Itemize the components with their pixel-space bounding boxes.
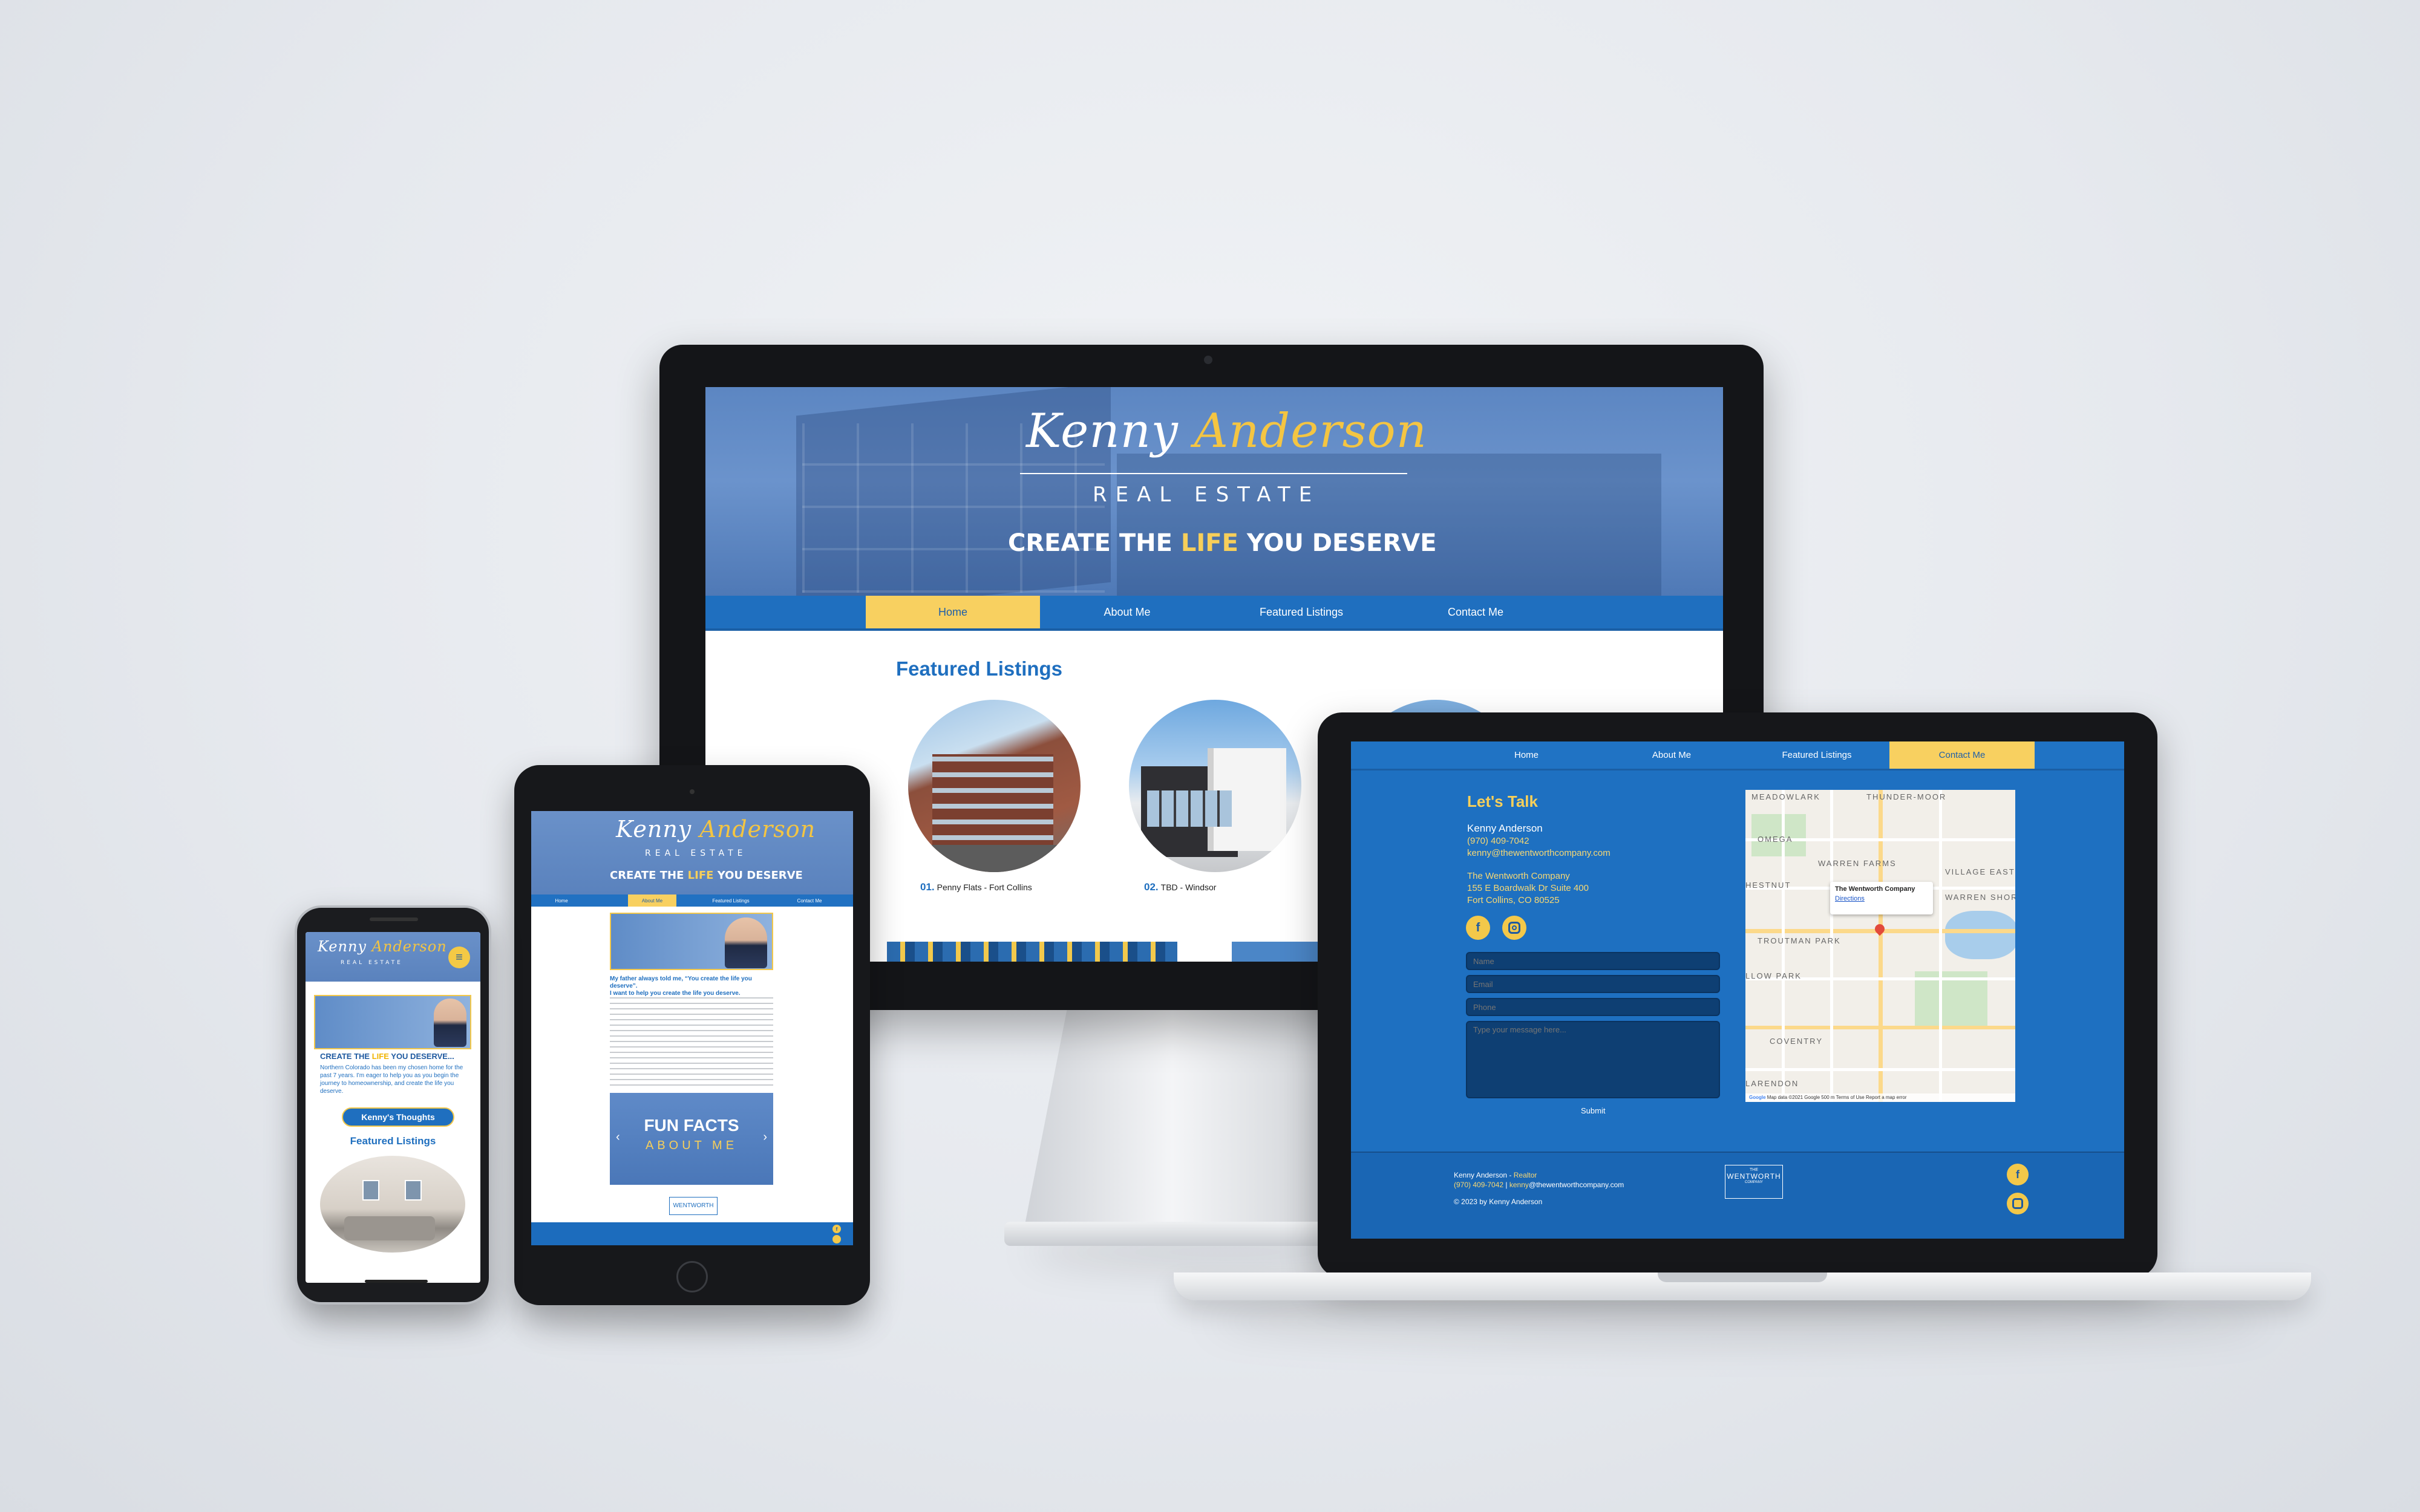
phone-section-title: Featured Listings — [350, 1135, 436, 1147]
listing-banner-strip — [887, 942, 1177, 962]
nav-contact-me[interactable]: Contact Me — [1889, 741, 2035, 769]
phone-listing-photo[interactable] — [320, 1156, 465, 1253]
nav-home[interactable]: Home — [866, 596, 1040, 628]
directions-link[interactable]: Directions — [1835, 895, 1928, 902]
laptop-website-contact: Home About Me Featured Listings Contact … — [1351, 741, 2124, 1239]
slider-next-icon[interactable]: › — [763, 1130, 767, 1144]
nav-home[interactable]: Home — [531, 894, 592, 907]
about-paragraphs — [610, 997, 773, 1088]
tablet: Kenny Anderson REAL ESTATE CREATE THE LI… — [514, 765, 870, 1305]
nav-featured-listings[interactable]: Featured Listings — [695, 894, 767, 907]
smartphone: Kenny Anderson REAL ESTATE ≡ CREATE THE … — [295, 905, 491, 1305]
nav-about-me[interactable]: About Me — [1040, 596, 1214, 628]
map-info-window: The Wentworth Company Directions — [1830, 882, 1933, 914]
phone-website-home: Kenny Anderson REAL ESTATE ≡ CREATE THE … — [306, 932, 480, 1283]
hamburger-menu-icon[interactable]: ≡ — [448, 947, 470, 968]
contact-phone[interactable]: (970) 409-7042 — [1467, 836, 1529, 846]
tablet-home-button[interactable] — [676, 1261, 708, 1292]
email-field[interactable] — [1466, 975, 1720, 993]
phone-field[interactable] — [1466, 998, 1720, 1016]
name-field[interactable] — [1466, 952, 1720, 970]
footer-name: Kenny Anderson - Realtor — [1454, 1171, 1537, 1179]
kennys-thoughts-button[interactable]: Kenny's Thoughts — [342, 1107, 454, 1127]
tablet-wentworth-logo[interactable]: WENTWORTH — [669, 1197, 718, 1215]
main-nav: Home About Me Featured Listings Contact … — [705, 596, 1723, 631]
tablet-facebook-icon[interactable]: f — [832, 1225, 841, 1233]
footer-copyright: © 2023 by Kenny Anderson — [1454, 1198, 1543, 1206]
phone-about-image — [314, 995, 471, 1049]
google-logo: Google — [1749, 1095, 1766, 1100]
logo-underline — [1020, 473, 1407, 474]
facebook-icon[interactable]: f — [1466, 916, 1490, 940]
submit-button[interactable]: Submit — [1581, 1106, 1605, 1115]
nav-about-me[interactable]: About Me — [1599, 741, 1744, 769]
instagram-icon[interactable] — [1502, 916, 1526, 940]
tablet-nav: Home About Me Featured Listings Contact … — [531, 894, 853, 907]
logo-subtitle: REAL ESTATE — [1093, 483, 1321, 507]
slider-prev-icon[interactable]: ‹ — [616, 1130, 620, 1144]
laptop: Home About Me Featured Listings Contact … — [1318, 712, 2157, 1278]
hero-banner: Kenny Anderson REAL ESTATE CREATE THE LI… — [705, 387, 1723, 596]
nav-about-me[interactable]: About Me — [628, 894, 676, 907]
google-map[interactable]: MEADOWLARK THUNDER-MOOR OMEGA WARREN FAR… — [1745, 790, 2015, 1102]
wentworth-logo[interactable]: THE WENTWORTH COMPANY — [1725, 1165, 1783, 1199]
listing-caption-1[interactable]: 01. Penny Flats - Fort Collins — [920, 881, 1032, 893]
nav-home[interactable]: Home — [1454, 741, 1599, 769]
section-title: Featured Listings — [896, 657, 1063, 680]
phone-logo: Kenny Anderson — [318, 938, 447, 955]
tablet-footer: f — [531, 1222, 853, 1245]
listing-photo-windsor[interactable] — [1129, 700, 1301, 872]
tablet-website-about: Kenny Anderson REAL ESTATE CREATE THE LI… — [531, 811, 853, 1245]
laptop-shadow — [1210, 1300, 2269, 1343]
laptop-footer: Kenny Anderson - Realtor (970) 409-7042 … — [1351, 1152, 2124, 1239]
map-attribution: Google Map data ©2021 Google 500 m Terms… — [1745, 1093, 2015, 1102]
contact-company[interactable]: The Wentworth Company — [1467, 871, 1570, 881]
nav-featured-listings[interactable]: Featured Listings — [1744, 741, 1889, 769]
hero-tagline: CREATE THE LIFE YOU DESERVE — [1008, 529, 1437, 557]
contact-address-line1: 155 E Boardwalk Dr Suite 400 — [1467, 883, 1589, 893]
webcam — [1204, 356, 1212, 364]
home-indicator — [365, 1280, 428, 1283]
contact-email[interactable]: kenny@thewentworthcompany.com — [1467, 848, 1611, 858]
contact-heading: Let's Talk — [1467, 792, 1538, 810]
tablet-hero: Kenny Anderson REAL ESTATE CREATE THE LI… — [531, 811, 853, 894]
nav-featured-listings[interactable]: Featured Listings — [1214, 596, 1388, 628]
fun-facts-slider[interactable]: FUN FACTS ABOUT ME ‹ › — [610, 1093, 773, 1185]
nav-contact-me[interactable]: Contact Me — [773, 894, 846, 907]
footer-instagram-icon[interactable] — [2007, 1193, 2029, 1214]
contact-name: Kenny Anderson — [1467, 823, 1543, 834]
nav-contact-me[interactable]: Contact Me — [1388, 596, 1563, 628]
listing-photo-penny-flats[interactable] — [908, 700, 1081, 872]
tablet-logo: Kenny Anderson — [616, 816, 816, 842]
listing-caption-2[interactable]: 02. TBD - Windsor — [1144, 881, 1216, 893]
logo-script: Kenny Anderson — [1026, 404, 1427, 458]
footer-facebook-icon[interactable]: f — [2007, 1164, 2029, 1185]
laptop-nav: Home About Me Featured Listings Contact … — [1351, 741, 2124, 771]
about-quote: My father always told me, “You create th… — [610, 976, 752, 997]
message-field[interactable] — [1466, 1021, 1720, 1098]
phone-hero: Kenny Anderson REAL ESTATE ≡ — [306, 932, 480, 982]
phone-intro: Northern Colorado has been my chosen hom… — [320, 1064, 463, 1095]
about-banner-image — [610, 913, 773, 970]
map-pin-icon[interactable] — [1872, 922, 1887, 936]
footer-contact: (970) 409-7042 | kenny@thewentworthcompa… — [1454, 1181, 1624, 1189]
lake — [1945, 911, 2015, 959]
contact-address-line2: Fort Collins, CO 80525 — [1467, 895, 1560, 905]
contact-section: Let's Talk Kenny Anderson (970) 409-7042… — [1351, 771, 2124, 1152]
tablet-instagram-icon[interactable] — [832, 1235, 841, 1243]
tablet-tagline: CREATE THE LIFE YOU DESERVE — [610, 869, 803, 882]
phone-headline: CREATE THE LIFE YOU DESERVE... — [320, 1052, 454, 1061]
